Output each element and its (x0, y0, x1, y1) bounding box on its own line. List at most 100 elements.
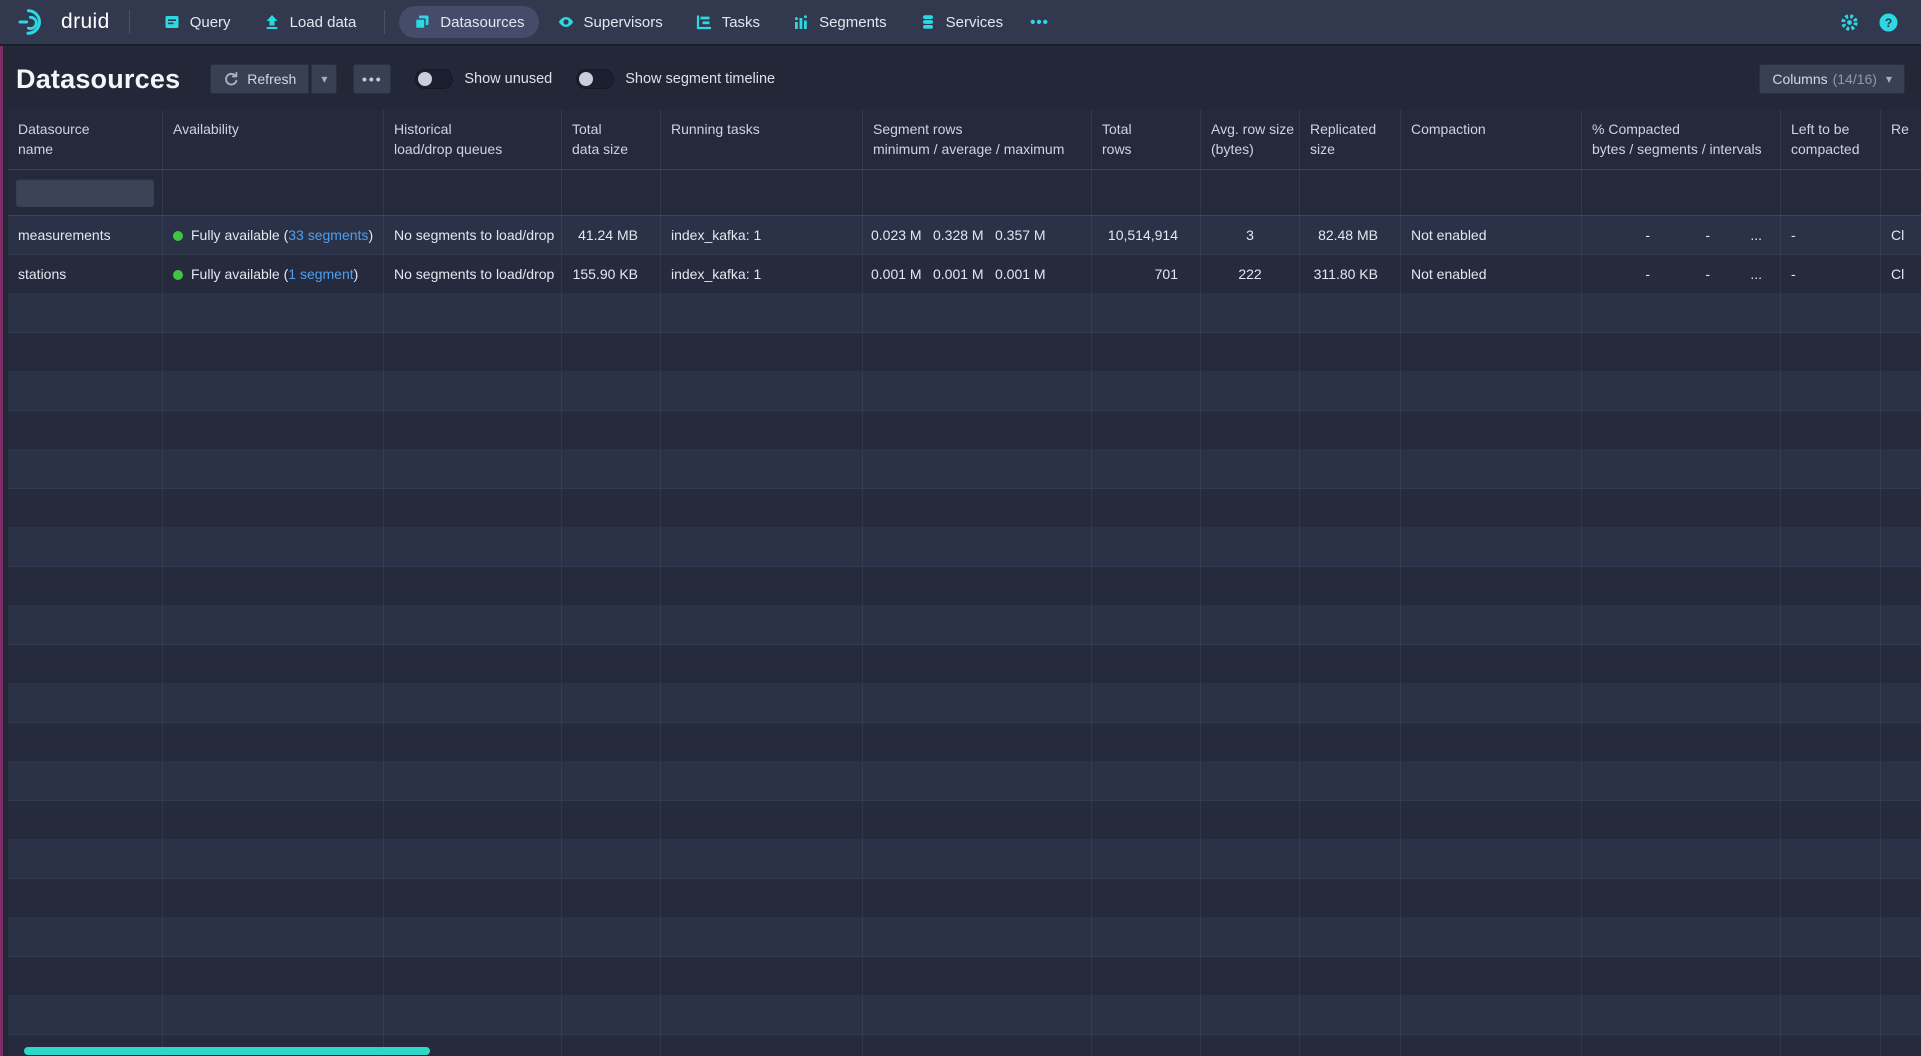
column-header-pct-compacted[interactable]: % Compactedbytes / segments / intervals (1582, 110, 1781, 169)
nav-item-supervisors[interactable]: Supervisors (543, 6, 677, 38)
column-header-running-tasks[interactable]: Running tasks (661, 110, 863, 169)
column-header-availability[interactable]: Availability (163, 110, 384, 169)
segments-link[interactable]: 33 segments (288, 227, 368, 243)
empty-cell (1582, 294, 1781, 332)
settings-button[interactable] (1838, 11, 1860, 33)
empty-cell (8, 411, 163, 449)
toggle-label: Show unused (464, 71, 552, 87)
empty-cell (1582, 723, 1781, 761)
column-header-segment-rows[interactable]: Segment rowsminimum / average / maximum (863, 110, 1092, 169)
nav-item-datasources[interactable]: Datasources (399, 6, 538, 38)
empty-cell (8, 762, 163, 800)
filter-cell (1201, 170, 1300, 215)
column-header-total-data-size[interactable]: Totaldata size (562, 110, 661, 169)
empty-cell (8, 684, 163, 722)
column-header-datasource-name[interactable]: Datasourcename (8, 110, 163, 169)
datasource-filter-input[interactable] (16, 179, 154, 207)
column-header-total-rows[interactable]: Totalrows (1092, 110, 1201, 169)
empty-cell (1881, 1035, 1921, 1056)
nav-more-button[interactable]: ••• (1021, 7, 1058, 38)
empty-row (8, 684, 1921, 723)
segments-link[interactable]: 1 segment (288, 266, 353, 282)
empty-cell (863, 801, 1092, 839)
nav-item-tasks[interactable]: Tasks (681, 6, 774, 38)
empty-cell (1881, 372, 1921, 410)
empty-cell (1201, 957, 1300, 995)
column-header-compaction[interactable]: Compaction (1401, 110, 1582, 169)
retention-cell[interactable]: Cl (1881, 216, 1921, 254)
empty-cell (163, 489, 384, 527)
compaction-cell[interactable]: Not enabled (1401, 216, 1582, 254)
empty-cell (661, 957, 863, 995)
empty-cell (163, 294, 384, 332)
empty-cell (163, 801, 384, 839)
refresh-button[interactable]: Refresh (210, 64, 309, 94)
empty-cell (661, 333, 863, 371)
empty-cell (562, 411, 661, 449)
empty-cell (661, 489, 863, 527)
empty-cell (8, 879, 163, 917)
nav-item-load-data[interactable]: Load data (249, 6, 371, 38)
empty-row (8, 372, 1921, 411)
compaction-cell[interactable]: Not enabled (1401, 255, 1582, 293)
empty-cell (1300, 567, 1401, 605)
show-segment-timeline-toggle[interactable]: Show segment timeline (576, 69, 775, 89)
nav-item-services[interactable]: Services (905, 6, 1018, 38)
column-header-retention[interactable]: Re (1881, 110, 1921, 169)
column-header-left-to-be-compacted[interactable]: Left to becompacted (1781, 110, 1881, 169)
horizontal-scrollbar-thumb[interactable] (24, 1047, 430, 1055)
empty-cell (384, 333, 562, 371)
columns-selector-button[interactable]: Columns (14/16) ▾ (1759, 64, 1905, 94)
page-title: Datasources (16, 64, 180, 95)
empty-cell (1401, 1035, 1582, 1056)
page-more-button[interactable]: ••• (353, 64, 391, 94)
empty-cell (562, 450, 661, 488)
empty-cell (1881, 411, 1921, 449)
empty-cell (562, 996, 661, 1034)
empty-cell (562, 879, 661, 917)
empty-cell (661, 879, 863, 917)
column-header-historical-queues[interactable]: Historicalload/drop queues (384, 110, 562, 169)
nav-item-segments[interactable]: Segments (778, 6, 901, 38)
chevron-down-icon: ▾ (321, 72, 327, 86)
empty-row (8, 762, 1921, 801)
show-unused-toggle[interactable]: Show unused (415, 69, 552, 89)
druid-logo[interactable]: druid (16, 7, 110, 37)
segment-rows-cell: 0.023 M0.328 M0.357 M (863, 216, 1092, 254)
help-button[interactable]: ? (1877, 11, 1899, 33)
empty-cell (562, 723, 661, 761)
empty-cell (863, 684, 1092, 722)
empty-cell (661, 528, 863, 566)
empty-cell (1201, 645, 1300, 683)
empty-cell (8, 957, 163, 995)
empty-cell (384, 528, 562, 566)
filter-cell (1781, 170, 1881, 215)
nav-item-label: Load data (290, 14, 357, 31)
empty-row (8, 333, 1921, 372)
empty-cell (1881, 684, 1921, 722)
empty-cell (1582, 645, 1781, 683)
datasource-name-cell: measurements (8, 216, 163, 254)
empty-cell (1582, 333, 1781, 371)
column-header-avg-row-size[interactable]: Avg. row size(bytes) (1201, 110, 1300, 169)
nav-items: Query Load data Datasources (149, 6, 1058, 38)
empty-cell (1781, 489, 1881, 527)
refresh-interval-button[interactable]: ▾ (311, 64, 337, 94)
retention-cell[interactable]: Cl (1881, 255, 1921, 293)
nav-item-label: Segments (819, 14, 887, 31)
empty-cell (384, 372, 562, 410)
nav-item-query[interactable]: Query (149, 6, 245, 38)
column-header-replicated-size[interactable]: Replicatedsize (1300, 110, 1401, 169)
empty-cell (1401, 411, 1582, 449)
empty-cell (8, 489, 163, 527)
availability-cell: Fully available (33 segments) (163, 216, 384, 254)
left-to-be-compacted-cell: - (1781, 216, 1881, 254)
nav-item-label: Datasources (440, 14, 524, 31)
segment-rows-cell: 0.001 M0.001 M0.001 M (863, 255, 1092, 293)
availability-cell: Fully available (1 segment) (163, 255, 384, 293)
empty-cell (562, 372, 661, 410)
empty-cell (1881, 294, 1921, 332)
empty-cell (1401, 489, 1582, 527)
nav-right: ? (1838, 11, 1905, 33)
empty-cell (562, 762, 661, 800)
